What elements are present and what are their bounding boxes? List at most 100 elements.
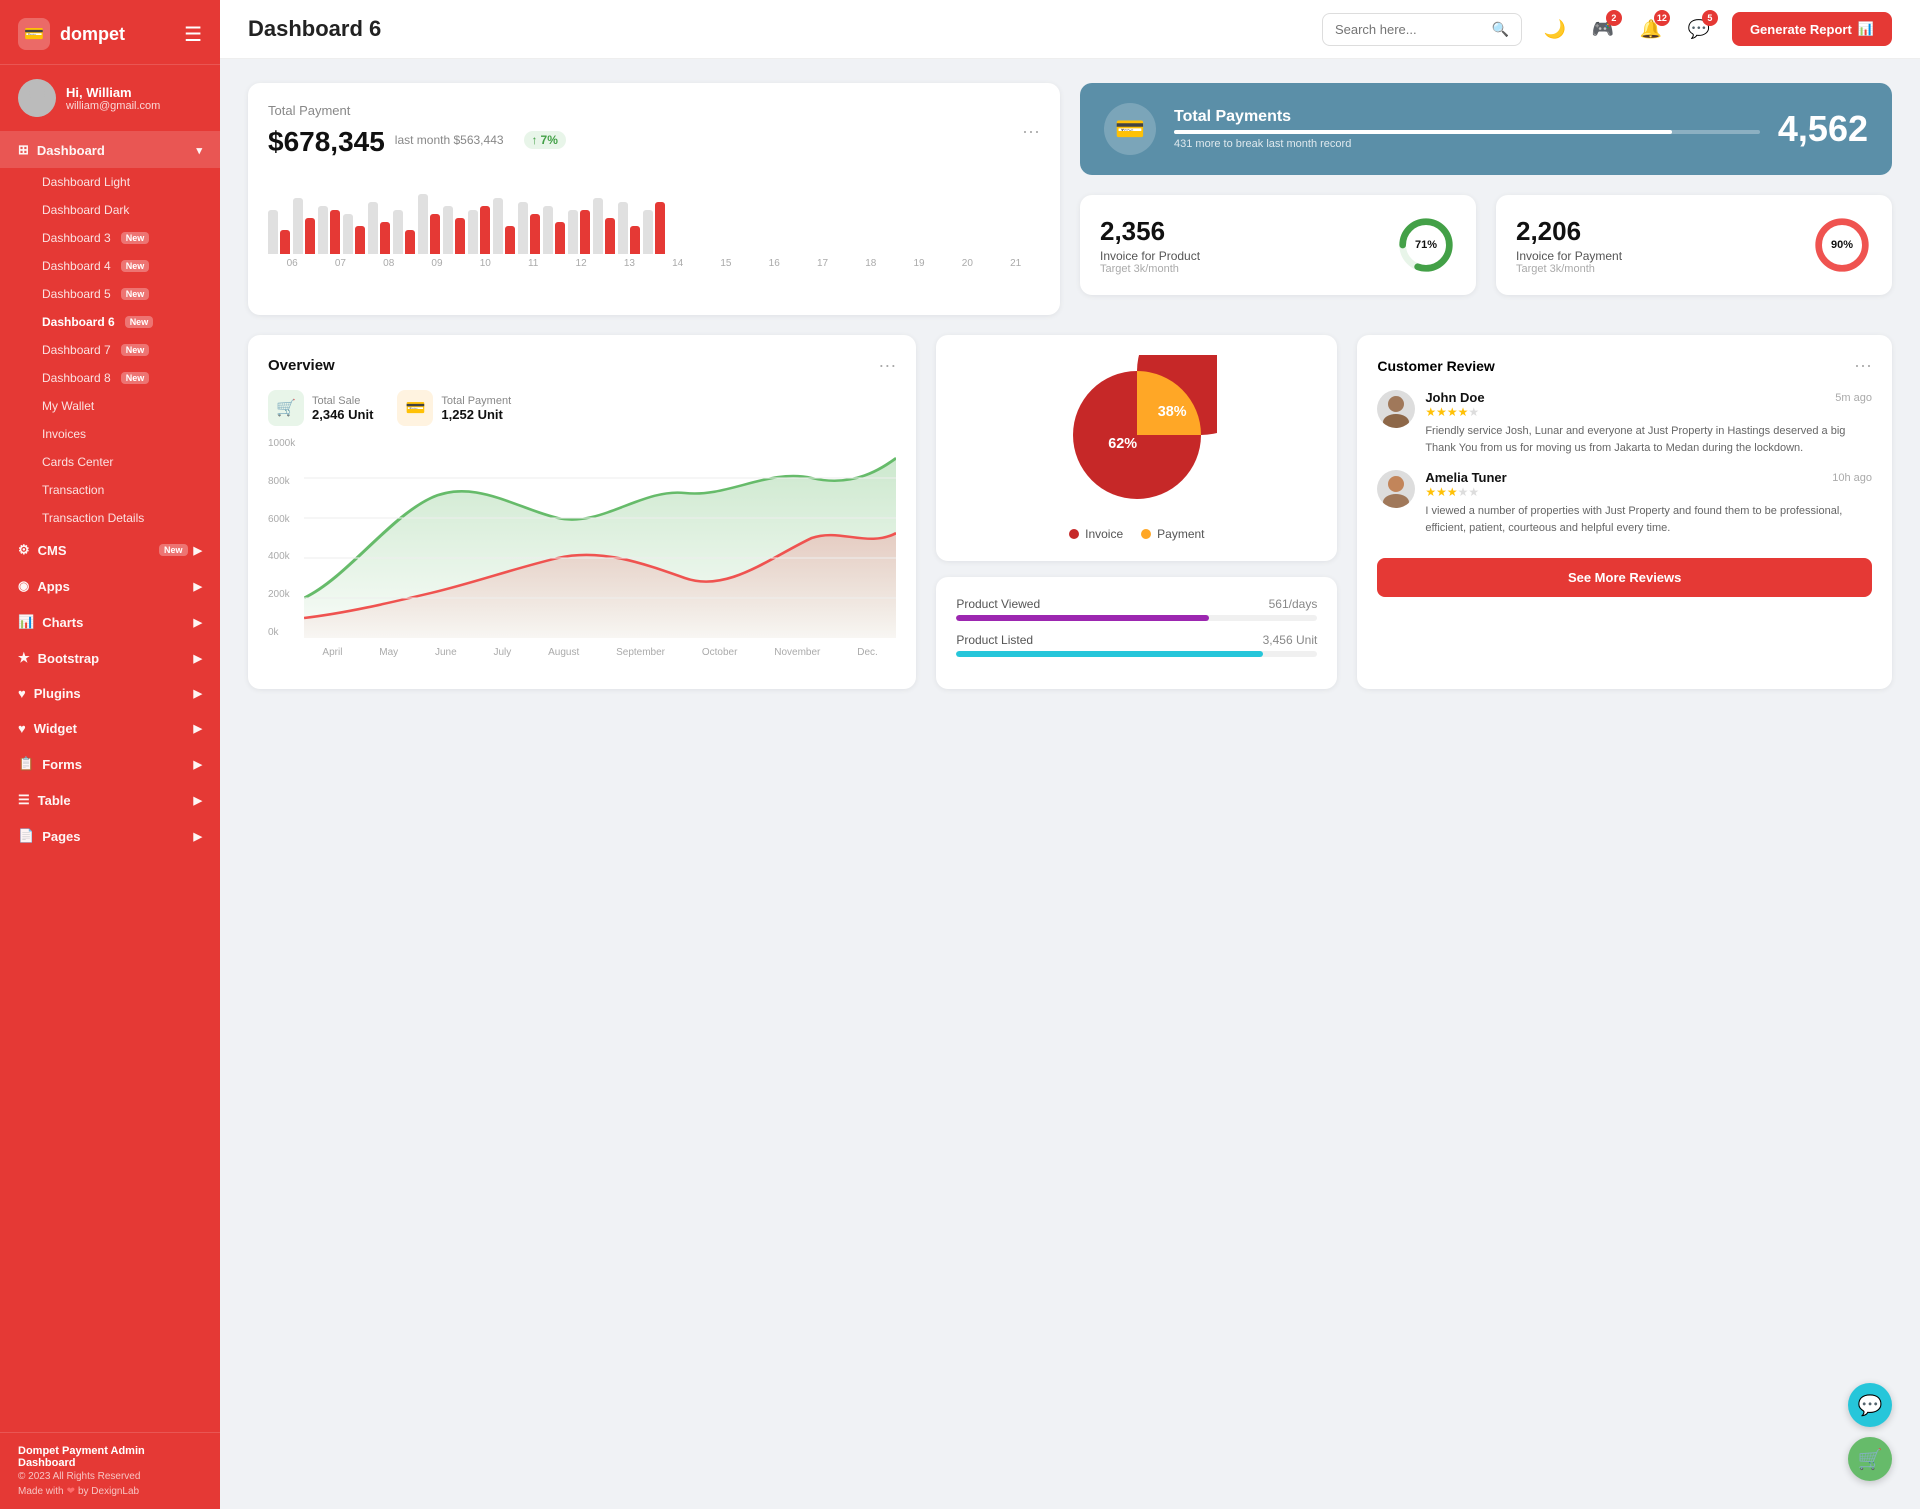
- overview-stats: 🛒 Total Sale 2,346 Unit 💳 Total Payment …: [268, 390, 896, 426]
- card-header: Total Payment $678,345 last month $563,4…: [268, 103, 1040, 160]
- pie-legend: Invoice Payment: [1069, 527, 1204, 541]
- bar-dark: [430, 214, 440, 254]
- nav-sub-dashboard-4[interactable]: Dashboard 4New: [0, 252, 220, 280]
- customer-review-card: Customer Review ··· John Doe 5m ago ★★★★…: [1357, 335, 1892, 689]
- nav-sub-invoices[interactable]: Invoices: [0, 420, 220, 448]
- bar-light: [518, 202, 528, 254]
- bar-label: 14: [672, 258, 683, 269]
- moon-icon: 🌙: [1544, 19, 1566, 40]
- bar-light: [393, 210, 403, 254]
- reviewer-avatar-2: [1377, 470, 1415, 508]
- chat-icon-btn[interactable]: 💬 5: [1682, 12, 1716, 46]
- bar-light: [568, 210, 578, 254]
- last-month-label: last month $563,443: [395, 133, 504, 147]
- nav-sub-my-wallet[interactable]: My Wallet: [0, 392, 220, 420]
- nav-item-forms[interactable]: 📋 Forms ▶: [0, 746, 220, 782]
- profile-email: william@gmail.com: [66, 100, 160, 112]
- generate-label: Generate Report: [1750, 22, 1852, 37]
- bar-group: [368, 202, 390, 254]
- svg-text:38%: 38%: [1158, 404, 1187, 420]
- total-payment-stat: 💳 Total Payment 1,252 Unit: [397, 390, 511, 426]
- bar-label: 09: [431, 258, 442, 269]
- nav-item-charts[interactable]: 📊 Charts ▶: [0, 604, 220, 640]
- total-payment-icon: 💳: [397, 390, 433, 426]
- sidebar: 💳 dompet ☰ Hi, William william@gmail.com…: [0, 0, 220, 1509]
- header: Dashboard 6 🔍 🌙 🎮 2 🔔 12 💬 5 Generate R: [220, 0, 1920, 59]
- cms-icon: ⚙: [18, 542, 30, 558]
- pie-card: 62% 38% Invoice Payment: [936, 335, 1337, 561]
- nav-item-dashboard[interactable]: ⊞ Dashboard ▾: [0, 132, 220, 168]
- gamepad-icon-btn[interactable]: 🎮 2: [1586, 12, 1620, 46]
- bar-dark: [480, 206, 490, 254]
- bar-light: [618, 202, 628, 254]
- nav-item-pages[interactable]: 📄 Pages ▶: [0, 818, 220, 854]
- gamepad-badge: 2: [1606, 10, 1622, 26]
- nav-item-cms[interactable]: ⚙ CMS New ▶: [0, 532, 220, 568]
- footer-copy: © 2023 All Rights Reserved: [18, 1471, 202, 1482]
- bell-icon-btn[interactable]: 🔔 12: [1634, 12, 1668, 46]
- bar-group: [618, 202, 640, 254]
- chart-bar-icon: 📊: [1858, 21, 1874, 37]
- bar-label: 07: [335, 258, 346, 269]
- chat-badge: 5: [1702, 10, 1718, 26]
- logo-text: dompet: [60, 24, 125, 45]
- footer-brand: Dompet Payment Admin Dashboard: [18, 1445, 202, 1469]
- review-item-2: Amelia Tuner 10h ago ★★★★★ I viewed a nu…: [1377, 470, 1872, 536]
- nav-sub-transaction[interactable]: Transaction: [0, 476, 220, 504]
- reviewer-name-1: John Doe: [1425, 390, 1484, 405]
- bar-group: [543, 206, 565, 254]
- total-sale-label: Total Sale: [312, 395, 373, 407]
- nav-item-table[interactable]: ☰ Table ▶: [0, 782, 220, 818]
- nav-sub-dashboard-8[interactable]: Dashboard 8New: [0, 364, 220, 392]
- see-more-reviews-button[interactable]: See More Reviews: [1377, 558, 1872, 597]
- nav-sub-dashboard-6[interactable]: Dashboard 6New: [0, 308, 220, 336]
- moon-icon-btn[interactable]: 🌙: [1538, 12, 1572, 46]
- nav-item-bootstrap[interactable]: ★ Bootstrap ▶: [0, 640, 220, 676]
- overview-title: Overview: [268, 357, 335, 374]
- dots-menu-icon[interactable]: ···: [1022, 121, 1040, 142]
- review-dots-menu[interactable]: ···: [1854, 355, 1872, 376]
- bar-group: [518, 202, 540, 254]
- nav-item-widget[interactable]: ♥ Widget ▶: [0, 711, 220, 746]
- bar-dark: [455, 218, 465, 254]
- chart-x-labels: April May June July August September Oct…: [304, 647, 896, 658]
- search-input[interactable]: [1335, 22, 1484, 37]
- nav-sub-transaction-details[interactable]: Transaction Details: [0, 504, 220, 532]
- product-listed-bar: [956, 651, 1317, 657]
- bar-chart: [268, 174, 1040, 254]
- bar-label: 08: [383, 258, 394, 269]
- generate-report-button[interactable]: Generate Report 📊: [1732, 12, 1892, 46]
- logo-icon: 💳: [18, 18, 50, 50]
- payment-legend-label: Payment: [1157, 527, 1204, 541]
- product-viewed-value: 561/days: [1269, 597, 1318, 611]
- product-listed-value: 3,456 Unit: [1263, 633, 1318, 647]
- bar-label: 17: [817, 258, 828, 269]
- overview-dots-menu[interactable]: ···: [878, 355, 896, 376]
- area-chart-container: 1000k 800k 600k 400k 200k 0k: [268, 438, 896, 658]
- nav-sub-dashboard-3[interactable]: Dashboard 3New: [0, 224, 220, 252]
- nav-sub-cards-center[interactable]: Cards Center: [0, 448, 220, 476]
- nav-item-apps[interactable]: ◉ Apps ▶: [0, 568, 220, 604]
- profile-name: Hi, William: [66, 85, 160, 100]
- bar-group: [418, 194, 440, 254]
- reviewer-avatar-1: [1377, 390, 1415, 428]
- bottom-row: Overview ··· 🛒 Total Sale 2,346 Unit 💳: [248, 335, 1892, 689]
- reviewer-name-2: Amelia Tuner: [1425, 470, 1506, 485]
- nav-sub-dashboard-dark[interactable]: Dashboard Dark: [0, 196, 220, 224]
- nav-sub-dashboard-light[interactable]: Dashboard Light: [0, 168, 220, 196]
- product-viewed-fill: [956, 615, 1209, 621]
- payment-legend: Payment: [1141, 527, 1204, 541]
- chat-fab-button[interactable]: 💬: [1848, 1383, 1892, 1427]
- nav-item-plugins[interactable]: ♥ Plugins ▶: [0, 676, 220, 711]
- nav-sub-dashboard-7[interactable]: Dashboard 7New: [0, 336, 220, 364]
- reviewer-time-2: 10h ago: [1832, 472, 1872, 484]
- bar-light: [593, 198, 603, 254]
- charts-icon: 📊: [18, 614, 34, 630]
- pie-chart: 62% 38%: [1057, 355, 1217, 515]
- total-sale-icon: 🛒: [268, 390, 304, 426]
- cart-fab-button[interactable]: 🛒: [1848, 1437, 1892, 1481]
- hamburger-icon[interactable]: ☰: [184, 22, 202, 47]
- review-text-1: Friendly service Josh, Lunar and everyon…: [1425, 423, 1872, 456]
- nav-sub-dashboard-5[interactable]: Dashboard 5New: [0, 280, 220, 308]
- bar-group: [493, 198, 515, 254]
